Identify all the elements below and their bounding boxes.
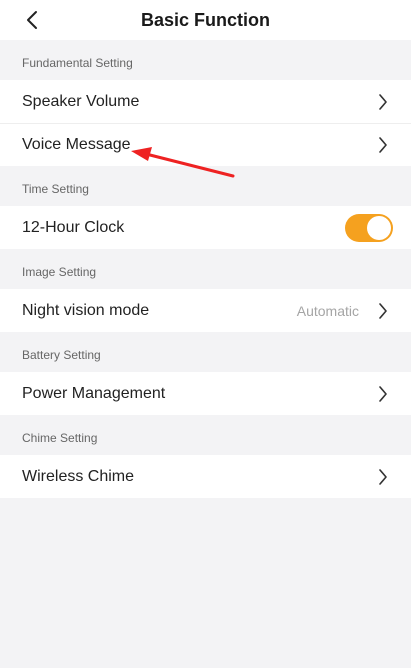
page-title: Basic Function (140, 9, 270, 30)
section-label-fundamental: Fundamental Setting (22, 56, 133, 70)
wireless-chime-label: Wireless Chime (22, 467, 135, 485)
voice-message-row[interactable]: Voice Message (0, 123, 411, 166)
chevron-right-icon (377, 136, 389, 154)
top-bar: Basic Function (0, 0, 411, 40)
chevron-right-icon (377, 385, 389, 403)
night-vision-label: Night vision mode (22, 301, 150, 319)
toggle-knob (367, 215, 391, 240)
chevron-right-icon (377, 302, 389, 320)
back-button[interactable] (18, 6, 46, 34)
power-management-label: Power Management (22, 384, 166, 402)
chevron-left-icon (27, 11, 37, 29)
section-label-chime: Chime Setting (22, 431, 98, 445)
section-label-image: Image Setting (22, 265, 97, 279)
chevron-right-icon (377, 93, 389, 111)
hour-clock-toggle[interactable] (345, 213, 393, 242)
wireless-chime-row[interactable]: Wireless Chime (0, 455, 411, 498)
chevron-right-icon (377, 468, 389, 486)
voice-message-label: Voice Message (22, 136, 131, 153)
speaker-volume-row[interactable]: Speaker Volume (0, 80, 411, 123)
power-management-row[interactable]: Power Management (0, 372, 411, 415)
speaker-volume-label: Speaker Volume (22, 92, 140, 110)
night-vision-row[interactable]: Night vision mode Automatic (0, 289, 411, 332)
hour-clock-row: 12-Hour Clock (0, 206, 411, 249)
section-label-battery: Battery Setting (22, 348, 101, 362)
hour-clock-label: 12-Hour Clock (22, 218, 125, 236)
night-vision-value: Automatic (296, 302, 359, 319)
section-label-time: Time Setting (22, 182, 89, 196)
